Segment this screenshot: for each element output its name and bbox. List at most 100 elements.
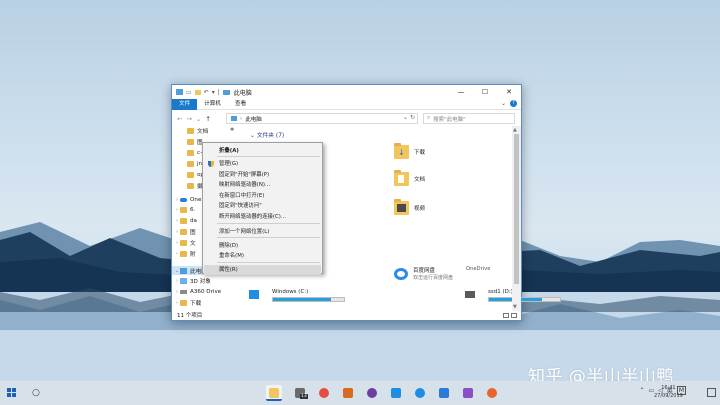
folder-icon	[180, 206, 187, 213]
context-menu-item-label: 断开网络驱动器的连接(C)...	[219, 214, 287, 220]
scroll-up-icon[interactable]: ▲	[513, 127, 517, 133]
minimize-button[interactable]: —	[449, 85, 473, 99]
tab-computer[interactable]: 计算机	[197, 99, 228, 110]
sidebar-item[interactable]: › 3D 对象	[172, 276, 244, 285]
context-menu-item-label: 固定到"快速访问"	[219, 203, 262, 209]
properties-icon[interactable]: ▭	[186, 89, 192, 96]
close-button[interactable]: ✕	[497, 85, 521, 99]
folder-icon	[187, 138, 194, 145]
folder-icon	[180, 250, 187, 257]
drive-c[interactable]: Windows (C:)	[249, 289, 345, 302]
context-menu-item[interactable]: 固定到"快速访问"	[204, 201, 321, 211]
folders-group-header[interactable]: ⌄ 文件夹 (7)	[250, 130, 284, 139]
context-menu-item-label: 重命名(M)	[219, 253, 245, 259]
taskbar-github[interactable]	[364, 385, 380, 401]
onedrive-partial-label: OneDrive	[466, 266, 491, 272]
maximize-button[interactable]: ☐	[473, 85, 497, 99]
start-button[interactable]	[7, 388, 17, 398]
drive-d[interactable]: ssd1 (D:)	[465, 289, 561, 302]
context-menu-item-label: 折叠(A)	[219, 148, 239, 154]
shield-icon	[208, 161, 214, 167]
help-icon[interactable]: ?	[510, 100, 517, 107]
dropdown-icon[interactable]: ▾	[212, 89, 215, 96]
taskbar-chrome[interactable]	[316, 385, 332, 401]
refresh-icon[interactable]: ↻	[410, 114, 415, 121]
folder-icon	[187, 171, 194, 178]
status-bar: 11 个项目	[172, 311, 521, 321]
context-menu-item[interactable]: 断开网络驱动器的连接(C)...	[204, 212, 321, 222]
nav-arrows: ← → ⌄ ↑	[172, 115, 211, 123]
context-menu-item[interactable]: 属性(R)	[204, 265, 321, 275]
cube-icon	[180, 277, 187, 284]
new-folder-icon[interactable]	[194, 89, 201, 95]
context-menu-item[interactable]: 折叠(A)	[204, 146, 321, 156]
group-collapse-icon[interactable]: ⌄	[250, 133, 257, 139]
breadcrumb-current[interactable]: 此电脑	[245, 115, 262, 123]
undo-icon[interactable]: ↶	[204, 89, 209, 96]
ribbon-right-controls: ⌄ ?	[501, 100, 517, 107]
folder-downloads[interactable]: ↓ 下载	[394, 143, 426, 159]
explorer-app-icon	[176, 89, 183, 95]
taskbar-mail[interactable]: 13	[292, 385, 308, 401]
folder-videos[interactable]: 视频	[394, 199, 425, 215]
taskbar-file-explorer[interactable]	[266, 385, 282, 401]
title-bar[interactable]: ▭ ↶ ▾ | 此电脑 — ☐ ✕	[172, 85, 521, 99]
context-menu-item[interactable]: 固定到"开始"屏幕(P)	[204, 170, 321, 180]
context-menu-item[interactable]: 删除(D)	[204, 241, 321, 251]
search-placeholder: 搜索"此电脑"	[433, 116, 466, 123]
up-icon[interactable]: ↑	[205, 115, 210, 123]
quick-access-toolbar: ▭ ↶ ▾ |	[172, 89, 230, 96]
ribbon-expand-icon[interactable]: ⌄	[501, 100, 506, 107]
taskbar-app-blue[interactable]	[388, 385, 404, 401]
notification-center-icon[interactable]	[707, 388, 716, 397]
folder-label: 文档	[414, 177, 426, 183]
context-menu-item[interactable]: 添加一个网络位置(L)	[204, 227, 321, 237]
details-view-icon[interactable]	[503, 313, 509, 318]
system-clock[interactable]: 16:41 27/09/2019	[654, 384, 683, 400]
context-menu[interactable]: 折叠(A) 管理(G) 固定到"开始"屏幕(P) 映射网络驱动器(N)... 在新窗口中…	[202, 142, 323, 275]
taskbar-matlab[interactable]	[340, 385, 356, 401]
context-menu-item[interactable]: 管理(G)	[204, 159, 321, 169]
folder-label: 下载	[414, 150, 426, 156]
scrollbar-thumb[interactable]	[514, 134, 519, 284]
baidu-netdisk-name: 百度网盘	[413, 268, 436, 274]
taskbar-edge[interactable]	[412, 385, 428, 401]
sidebar-item-label: 附	[190, 251, 196, 258]
folder-documents[interactable]: 文档	[394, 170, 426, 186]
tab-file[interactable]: 文件	[172, 98, 198, 110]
tray-chevron-icon[interactable]: ⌃	[639, 387, 644, 394]
context-menu-item[interactable]: 映射网络驱动器(N)...	[204, 180, 321, 190]
content-scrollbar[interactable]: ▲ ▼	[512, 126, 521, 311]
recent-locations-icon[interactable]: ⌄	[196, 115, 201, 123]
mail-badge: 13	[300, 394, 308, 399]
address-dropdown-icon[interactable]: ⌄	[403, 114, 408, 121]
context-menu-item[interactable]: 在新窗口中打开(E)	[204, 191, 321, 201]
forward-icon[interactable]: →	[186, 115, 191, 123]
context-menu-item[interactable]: 重命名(M)	[204, 251, 321, 261]
baidu-netdisk-item[interactable]: 百度网盘 双击运行百度网盘	[394, 266, 453, 281]
scroll-down-icon[interactable]: ▼	[513, 304, 517, 310]
videos-folder-icon	[394, 199, 409, 215]
taskbar-visual-studio[interactable]	[460, 385, 476, 401]
breadcrumb-chevron-icon[interactable]: ›	[240, 116, 242, 122]
tab-view[interactable]: 查看	[228, 99, 253, 110]
large-icons-view-icon[interactable]	[511, 313, 517, 318]
pc-icon	[180, 267, 187, 274]
window-title: 此电脑	[233, 89, 252, 97]
folder-icon	[180, 239, 187, 246]
baidu-netdisk-subtitle: 双击运行百度网盘	[413, 275, 454, 281]
pc-small-icon	[222, 89, 230, 95]
sidebar-item[interactable]: › A360 Drive	[172, 287, 244, 296]
search-icon[interactable]: ○	[32, 388, 40, 398]
address-bar[interactable]: › 此电脑 ⌄ ↻	[226, 113, 418, 124]
search-box[interactable]: ⌕ 搜索"此电脑"	[423, 113, 515, 124]
address-controls: ⌄ ↻	[403, 114, 415, 121]
taskbar-vscode[interactable]	[436, 385, 452, 401]
back-icon[interactable]: ←	[177, 115, 182, 123]
pin-icon[interactable]: ✱	[230, 127, 234, 133]
taskbar-firefox[interactable]	[484, 385, 500, 401]
menu-separator	[217, 223, 320, 224]
ribbon-tabs: 文件 计算机 查看 ⌄ ?	[172, 98, 521, 110]
folder-icon	[180, 217, 187, 224]
sidebar-item[interactable]: › 下载	[172, 298, 244, 307]
